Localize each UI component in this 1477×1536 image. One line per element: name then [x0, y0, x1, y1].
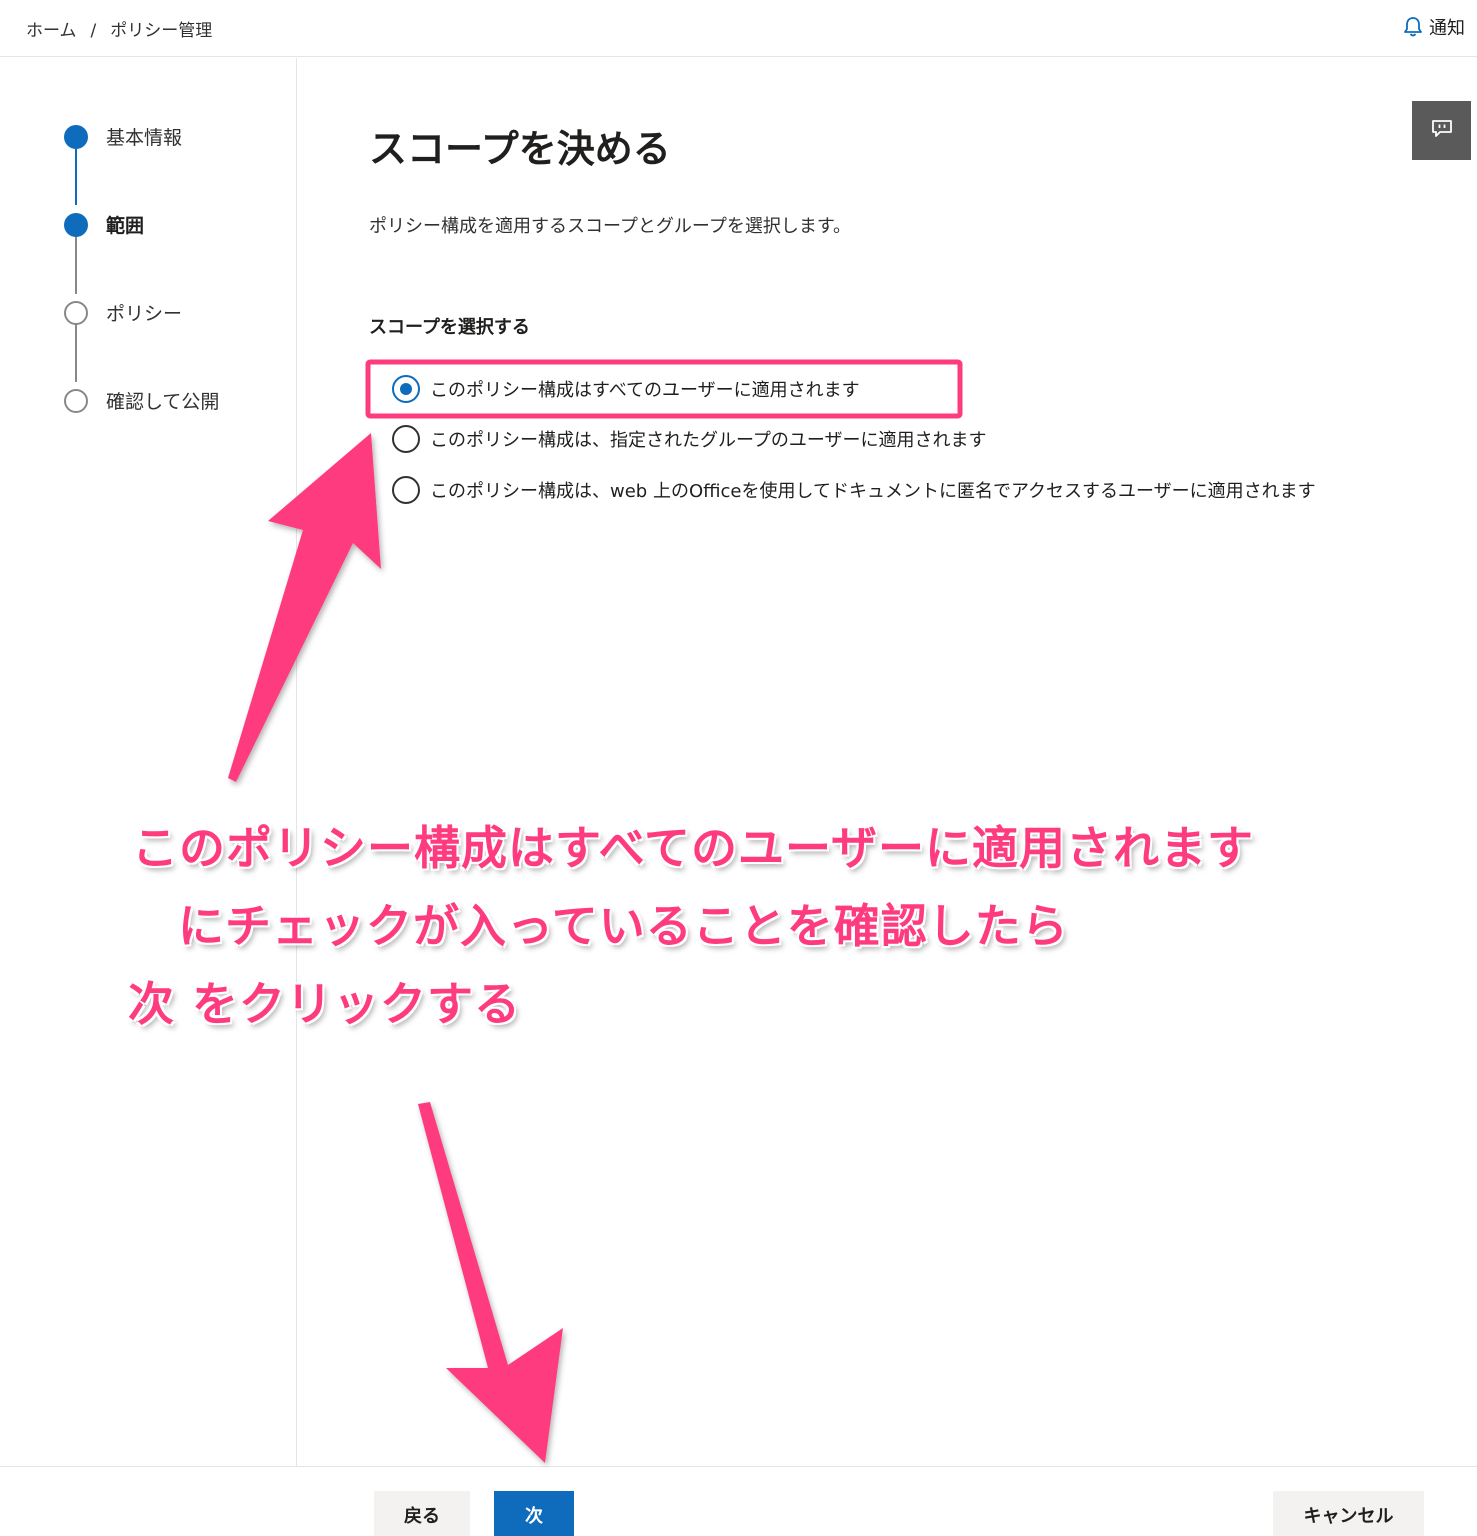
- option-label: このポリシー構成は、web 上のOfficeを使用してドキュメントに匿名でアクセ…: [430, 481, 1316, 502]
- breadcrumb: ホーム / ポリシー管理: [26, 16, 212, 41]
- step-pending-dot: [64, 300, 88, 325]
- scope-section-label: スコープを選択する: [369, 317, 530, 338]
- option-label: このポリシー構成はすべてのユーザーに適用されます: [430, 380, 860, 401]
- step-scope: 範囲: [64, 211, 144, 238]
- step-label: 確認して公開: [106, 391, 220, 413]
- annotation-line: にチェックが入っていることを確認したら: [178, 899, 1069, 953]
- annotation-line: 次 をクリックする: [128, 977, 522, 1031]
- step-label: 基本情報: [106, 127, 183, 149]
- wizard-steps: [0, 58, 297, 1466]
- annotation-line: このポリシー構成はすべてのユーザーに適用されます: [132, 821, 1255, 875]
- top-bar: ホーム / ポリシー管理 通知: [0, 0, 1477, 57]
- step-basic-info: 基本情報: [64, 123, 182, 150]
- step-label: 範囲: [106, 215, 145, 237]
- footer-bar: 戻る 次 キャンセル: [0, 1466, 1477, 1536]
- feedback-icon: [1431, 119, 1453, 143]
- notify-button[interactable]: 通知: [1403, 14, 1465, 40]
- next-button[interactable]: 次: [494, 1491, 574, 1536]
- step-connector: [75, 148, 77, 205]
- breadcrumb-current: ポリシー管理: [110, 21, 213, 41]
- option-label: このポリシー構成は、指定されたグループのユーザーに適用されます: [430, 430, 987, 451]
- step-connector: [75, 236, 77, 294]
- page-title: スコープを決める: [369, 127, 671, 171]
- step-connector: [75, 324, 77, 382]
- back-button[interactable]: 戻る: [374, 1491, 470, 1536]
- step-policy: ポリシー: [64, 299, 182, 326]
- step-pending-dot: [64, 388, 88, 413]
- breadcrumb-home[interactable]: ホーム: [26, 21, 77, 41]
- scope-option-anonymous-users[interactable]: このポリシー構成は、web 上のOfficeを使用してドキュメントに匿名でアクセ…: [392, 476, 1316, 504]
- scope-option-group-users[interactable]: このポリシー構成は、指定されたグループのユーザーに適用されます: [392, 425, 987, 453]
- radio-unchecked[interactable]: [392, 476, 420, 504]
- step-review-publish: 確認して公開: [64, 387, 219, 414]
- cancel-button[interactable]: キャンセル: [1273, 1491, 1424, 1536]
- radio-unchecked[interactable]: [392, 425, 420, 453]
- notify-label: 通知: [1429, 18, 1465, 39]
- bell-icon: [1403, 16, 1423, 38]
- step-complete-dot: [64, 124, 88, 149]
- step-current-dot: [64, 212, 88, 237]
- breadcrumb-separator: /: [90, 21, 97, 41]
- annotation-arrow-down: [418, 1102, 563, 1463]
- page: ホーム / ポリシー管理 通知 基本情報 範囲 ポリシー 確認して公開 スコープを: [0, 0, 1477, 1536]
- radio-checked[interactable]: [392, 375, 420, 403]
- feedback-button[interactable]: [1412, 101, 1471, 160]
- scope-option-all-users[interactable]: このポリシー構成はすべてのユーザーに適用されます: [392, 375, 860, 403]
- step-label: ポリシー: [106, 303, 183, 325]
- page-description: ポリシー構成を適用するスコープとグループを選択します。: [369, 216, 852, 237]
